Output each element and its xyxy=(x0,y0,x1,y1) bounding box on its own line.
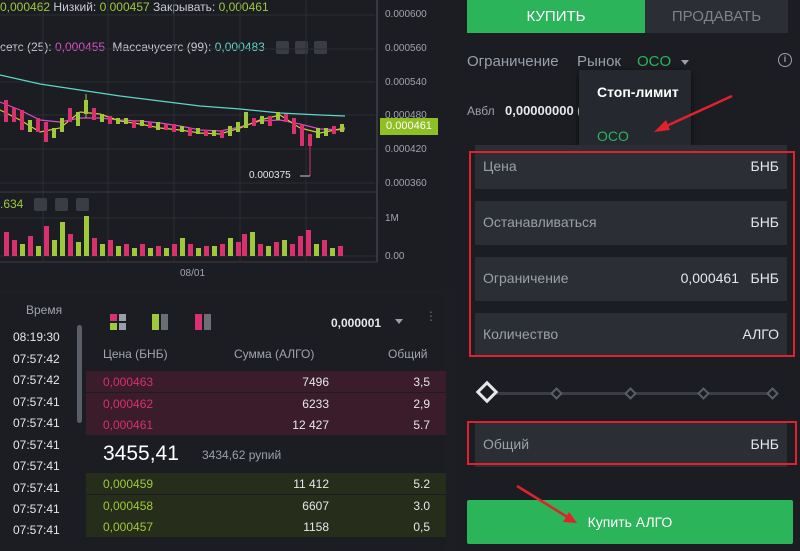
trade-time: 07:57:41 xyxy=(13,395,60,409)
ask-amount: 12 427 xyxy=(292,418,329,432)
bid-total: 0,5 xyxy=(413,520,430,534)
trade-time: 07:57:41 xyxy=(13,416,60,430)
book-both-view-icon[interactable] xyxy=(110,314,126,330)
dropdown-oco[interactable]: OCO xyxy=(597,128,629,144)
volume-tick: 1M xyxy=(385,213,399,224)
available-label: Авбл xyxy=(467,104,495,118)
col-total-header: Общий xyxy=(388,347,428,361)
volume-value: .634 xyxy=(0,197,24,211)
price-tick: 0.000560 xyxy=(385,43,427,54)
close-icon[interactable] xyxy=(76,198,89,211)
chevron-down-icon[interactable] xyxy=(395,319,403,324)
ask-price: 0,000461 xyxy=(103,418,154,432)
ask-amount: 6233 xyxy=(302,397,329,411)
ask-amount: 7496 xyxy=(302,375,329,389)
market-trades: Время 08:19:30 07:57:42 07:57:42 07:57:4… xyxy=(0,295,85,551)
last-price: 3455,41 xyxy=(103,442,179,465)
trade-time: 07:57:41 xyxy=(13,481,60,495)
slider-step[interactable] xyxy=(697,387,710,400)
tab-buy-arrow xyxy=(629,0,645,33)
col-price-header: Цена (БНБ) xyxy=(103,347,168,361)
tab-buy[interactable]: КУПИТЬ xyxy=(467,0,645,33)
trade-time: 07:57:42 xyxy=(13,373,60,387)
bid-row[interactable]: 0,000457 1158 0,5 xyxy=(86,516,446,537)
available-value: 0,00000000 ( xyxy=(505,103,582,118)
trade-time: 07:57:41 xyxy=(13,502,60,516)
price-tick: 0.000420 xyxy=(385,144,427,155)
bid-row[interactable]: 0,000459 11 412 5.2 xyxy=(86,473,446,494)
book-asks-view-icon[interactable] xyxy=(195,314,211,330)
slider-step[interactable] xyxy=(550,387,563,400)
order-type-limit[interactable]: Ограничение xyxy=(467,53,559,70)
eye-icon[interactable] xyxy=(34,198,47,211)
tab-buy-label: КУПИТЬ xyxy=(526,8,586,25)
slider-step[interactable] xyxy=(766,387,779,400)
slider-step[interactable] xyxy=(624,387,637,400)
bid-amount: 11 412 xyxy=(293,477,329,491)
ask-row[interactable]: 0,000463 7496 3,5 xyxy=(86,371,446,392)
trade-time: 07:57:41 xyxy=(13,523,60,537)
tab-sell[interactable]: ПРОДАВАТЬ xyxy=(645,0,788,33)
ask-total: 2,9 xyxy=(413,397,430,411)
annotation-arrow xyxy=(516,484,577,523)
tab-sell-label: ПРОДАВАТЬ xyxy=(671,8,762,25)
last-price-fiat: 3434,62 рупий xyxy=(202,448,282,462)
ask-row[interactable]: 0,000462 6233 2,9 xyxy=(86,393,446,414)
order-form: КУПИТЬ ПРОДАВАТЬ Ограничение Рынок OCO i… xyxy=(455,0,800,551)
chevron-down-icon[interactable] xyxy=(681,60,689,65)
bid-price: 0,000457 xyxy=(103,520,154,534)
ask-total: 5.7 xyxy=(413,418,430,432)
date-label: 08/01 xyxy=(180,268,206,279)
precision-select[interactable]: 0,000001 xyxy=(331,316,381,330)
order-type-oco[interactable]: OCO xyxy=(637,53,671,70)
bid-amount: 6607 xyxy=(302,499,329,513)
price-tick: 0.000360 xyxy=(385,178,427,189)
volume-tick: 0.00 xyxy=(385,251,405,262)
order-book: 0,000001 ⋮ Цена (БНБ) Сумма (АЛГО) Общий… xyxy=(86,295,446,551)
price-tick: 0.000600 xyxy=(385,9,427,20)
more-icon[interactable]: ⋮ xyxy=(425,310,437,328)
low-price-marker: 0.000375 xyxy=(249,170,291,181)
bid-total: 3.0 xyxy=(413,499,430,513)
trades-time-header: Время xyxy=(26,303,63,317)
book-bids-view-icon[interactable] xyxy=(152,314,168,330)
settings-icon[interactable] xyxy=(55,198,68,211)
trade-time: 07:57:41 xyxy=(13,459,60,473)
order-type-market[interactable]: Рынок xyxy=(577,53,621,70)
trades-scrollbar[interactable] xyxy=(77,325,82,423)
col-amount-header: Сумма (АЛГО) xyxy=(234,347,315,361)
current-price-tag: 0.000461 xyxy=(380,118,438,135)
price-tick: 0.000540 xyxy=(385,77,427,88)
trade-time: 07:57:42 xyxy=(13,352,60,366)
bid-row[interactable]: 0,000458 6607 3.0 xyxy=(86,495,446,516)
annotation-arrow xyxy=(654,94,733,132)
trade-time: 07:57:41 xyxy=(13,438,60,452)
bid-amount: 1158 xyxy=(303,520,329,534)
annotation-box xyxy=(467,421,797,465)
annotation-box xyxy=(469,151,795,357)
trade-time: 08:19:30 xyxy=(13,330,60,344)
ask-price: 0,000462 xyxy=(103,397,154,411)
price-chart[interactable]: 0,000462 Низкий: 0,000457 Закрывать: 0,0… xyxy=(0,0,455,290)
bid-price: 0,000458 xyxy=(103,499,154,513)
ask-row[interactable]: 0,000461 12 427 5.7 xyxy=(86,414,446,435)
bid-price: 0,000459 xyxy=(103,477,154,491)
info-icon[interactable]: i xyxy=(778,53,792,67)
ask-total: 3,5 xyxy=(413,375,430,389)
ask-price: 0,000463 xyxy=(103,375,154,389)
slider-handle[interactable] xyxy=(475,380,499,404)
bid-total: 5.2 xyxy=(413,477,430,491)
